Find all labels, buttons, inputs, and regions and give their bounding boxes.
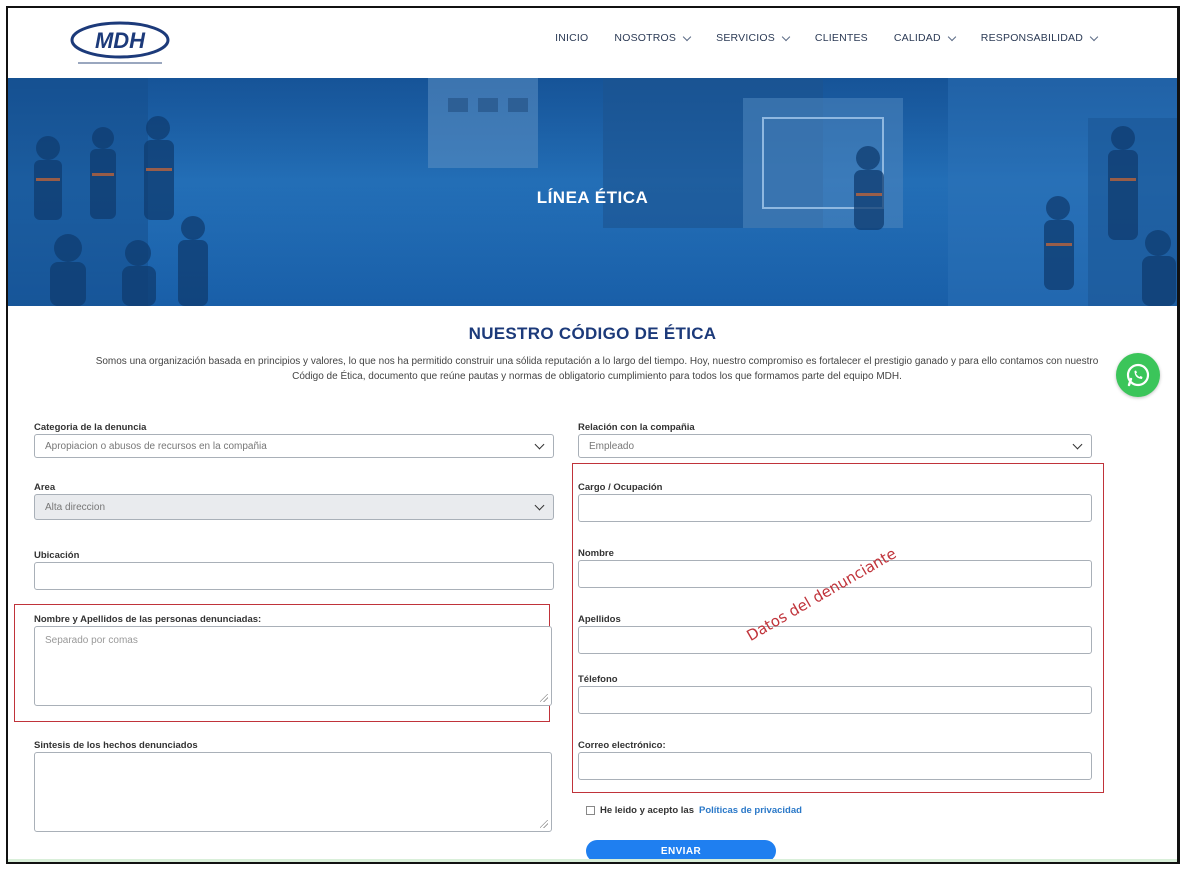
privacy-text: He leido y acepto las xyxy=(600,805,694,816)
nav-nosotros[interactable]: NOSOTROS xyxy=(614,32,692,44)
intro-paragraph: Somos una organización basada en princip… xyxy=(95,356,1099,382)
nav-responsabilidad[interactable]: RESPONSABILIDAD xyxy=(981,32,1099,44)
chevron-down-icon xyxy=(781,32,791,41)
nav-calidad[interactable]: CALIDAD xyxy=(894,32,957,44)
cargo-input[interactable] xyxy=(578,494,1092,522)
correo-input[interactable] xyxy=(578,752,1092,780)
telefono-label: Télefono xyxy=(578,674,618,685)
relacion-label: Relación con la compañia xyxy=(578,422,695,433)
chevron-down-icon xyxy=(1089,32,1099,41)
denunciados-label: Nombre y Apellidos de las personas denun… xyxy=(34,614,262,625)
privacy-consent: He leido y acepto las Políticas de priva… xyxy=(586,805,802,816)
site-header: MDH INICIO NOSOTROS SERVICIOS CLIENTES C… xyxy=(8,8,1177,78)
privacy-checkbox[interactable] xyxy=(586,806,595,815)
hero-banner: LÍNEA ÉTICA xyxy=(8,78,1177,306)
logo-text: MDH xyxy=(95,28,146,53)
categoria-select[interactable]: Apropiacion o abusos de recursos en la c… xyxy=(34,434,554,458)
correo-label: Correo electrónico: xyxy=(578,740,666,751)
cargo-label: Cargo / Ocupación xyxy=(578,482,663,493)
telefono-input[interactable] xyxy=(578,686,1092,714)
ubicacion-input[interactable] xyxy=(34,562,554,590)
apellidos-input[interactable] xyxy=(578,626,1092,654)
relacion-select[interactable]: Empleado xyxy=(578,434,1092,458)
privacy-policy-link[interactable]: Políticas de privacidad xyxy=(699,805,802,816)
whatsapp-button[interactable] xyxy=(1116,353,1160,397)
apellidos-label: Apellidos xyxy=(578,614,621,625)
sintesis-textarea[interactable] xyxy=(34,752,552,832)
sintesis-label: Sintesis de los hechos denunciados xyxy=(34,740,198,751)
footer-divider xyxy=(8,859,1177,862)
chevron-down-icon xyxy=(682,32,692,41)
nav-inicio[interactable]: INICIO xyxy=(555,32,588,44)
main-nav: INICIO NOSOTROS SERVICIOS CLIENTES CALID… xyxy=(555,32,1099,44)
area-select[interactable]: Alta direccion xyxy=(34,494,554,520)
page-frame: MDH INICIO NOSOTROS SERVICIOS CLIENTES C… xyxy=(6,6,1180,864)
resize-grip-icon[interactable] xyxy=(540,694,548,702)
denunciados-textarea[interactable]: Separado por comas xyxy=(34,626,552,706)
resize-grip-icon[interactable] xyxy=(540,820,548,828)
section-title: NUESTRO CÓDIGO DE ÉTICA xyxy=(468,324,717,343)
nav-servicios[interactable]: SERVICIOS xyxy=(716,32,791,44)
nav-clientes[interactable]: CLIENTES xyxy=(815,32,868,44)
chevron-down-icon xyxy=(947,32,957,41)
area-label: Area xyxy=(34,482,56,493)
nombre-label: Nombre xyxy=(578,548,614,559)
whatsapp-icon xyxy=(1126,363,1150,387)
hero-title: LÍNEA ÉTICA xyxy=(536,188,649,207)
chevron-down-icon xyxy=(1072,439,1083,449)
mdh-logo[interactable]: MDH xyxy=(66,18,174,70)
chevron-down-icon xyxy=(534,500,545,510)
categoria-label: Categoria de la denuncia xyxy=(34,422,147,433)
ubicacion-label: Ubicación xyxy=(34,550,80,561)
chevron-down-icon xyxy=(534,439,545,449)
